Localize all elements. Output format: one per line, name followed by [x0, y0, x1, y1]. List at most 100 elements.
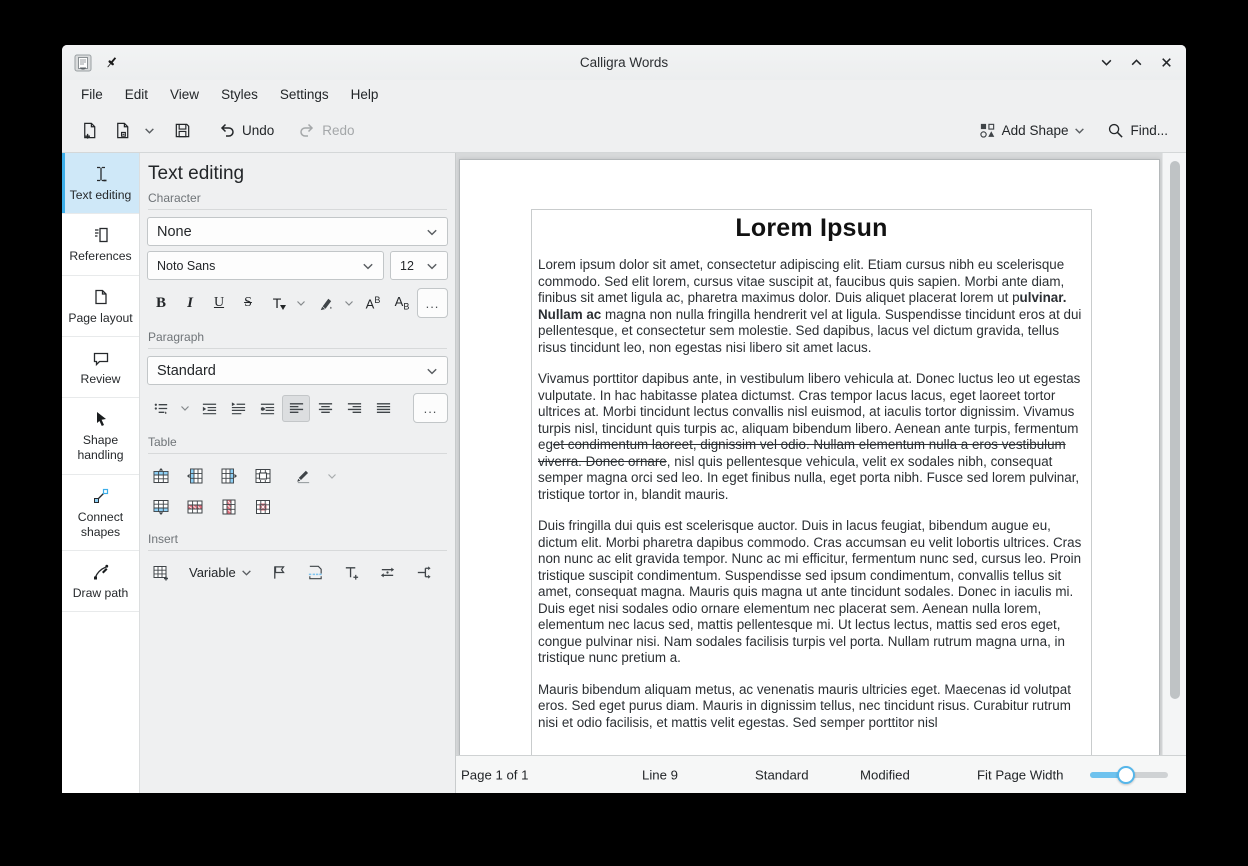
insert-index-marker-button[interactable] — [374, 559, 402, 586]
insert-table-button[interactable] — [147, 559, 175, 586]
open-document-button[interactable] — [107, 116, 138, 145]
scrollbar-thumb[interactable] — [1170, 161, 1180, 699]
new-document-button[interactable] — [74, 116, 105, 145]
align-left-button[interactable] — [282, 395, 310, 422]
insert-column-right-button[interactable] — [215, 462, 243, 489]
more-character-options-button[interactable]: ... — [417, 288, 448, 318]
menu-help[interactable]: Help — [340, 84, 390, 105]
delete-row-button[interactable] — [181, 493, 209, 520]
page-indicator[interactable]: Page 1 of 1 — [461, 767, 528, 782]
sidebar-tab-label: Review — [81, 372, 121, 387]
document-canvas[interactable]: Lorem Ipsun Lorem ipsum dolor sit amet, … — [456, 153, 1186, 755]
delete-column-button[interactable] — [215, 493, 243, 520]
sidebar-tab-page-layout[interactable]: Page layout — [62, 276, 139, 337]
indent-increase-icon — [259, 400, 276, 417]
find-button[interactable]: Find... — [1101, 117, 1174, 144]
page-break-button[interactable] — [302, 559, 330, 586]
indent-decrease-icon — [201, 400, 218, 417]
panel-title: Text editing — [148, 163, 448, 185]
menu-edit[interactable]: Edit — [114, 84, 159, 105]
sidebar-tab-draw-path[interactable]: Draw path — [62, 551, 139, 612]
save-button[interactable] — [167, 116, 198, 145]
indent-decrease-button[interactable] — [195, 395, 223, 422]
font-color-dropdown[interactable] — [292, 290, 310, 317]
align-justify-button[interactable] — [369, 395, 397, 422]
menu-file[interactable]: File — [70, 84, 114, 105]
pin-icon[interactable] — [104, 55, 119, 70]
close-icon[interactable] — [1158, 55, 1174, 71]
character-style-select[interactable]: None — [147, 217, 448, 246]
text-frame[interactable]: Lorem Ipsun Lorem ipsum dolor sit amet, … — [531, 209, 1092, 755]
connector-icon — [92, 486, 110, 506]
redo-label: Redo — [322, 123, 354, 138]
insert-footnote-button[interactable] — [338, 559, 366, 586]
undo-button[interactable]: Undo — [212, 116, 280, 144]
document-page[interactable]: Lorem Ipsun Lorem ipsum dolor sit amet, … — [459, 159, 1160, 755]
vertical-scrollbar[interactable] — [1162, 153, 1186, 755]
highlight-color-button[interactable] — [311, 290, 339, 317]
redo-icon — [298, 121, 316, 139]
sidebar-tab-connect-shapes[interactable]: Connect shapes — [62, 475, 139, 552]
variable-dropdown[interactable]: Variable — [183, 559, 258, 586]
merge-cells-button[interactable] — [249, 462, 277, 489]
sidebar-tab-references[interactable]: References — [62, 214, 139, 275]
font-size-select[interactable]: 12 — [390, 251, 448, 280]
zoom-slider[interactable] — [1090, 765, 1168, 785]
minimize-icon[interactable] — [1098, 55, 1114, 71]
undo-icon — [218, 121, 236, 139]
bookmark-button[interactable] — [266, 559, 294, 586]
list-style-button[interactable] — [147, 395, 175, 422]
main-toolbar: Undo Redo Add Shape Find... — [62, 108, 1186, 153]
align-right-icon — [346, 400, 363, 417]
insert-citation-button[interactable] — [410, 559, 438, 586]
insert-row-below-button[interactable] — [147, 493, 175, 520]
sidebar-tab-review[interactable]: Review — [62, 337, 139, 398]
sidebar-tab-label: Draw path — [73, 586, 129, 601]
add-shape-label: Add Shape — [1002, 123, 1069, 138]
add-shape-button[interactable]: Add Shape — [973, 117, 1092, 144]
font-color-button[interactable]: T — [263, 290, 291, 317]
maximize-icon[interactable] — [1128, 55, 1144, 71]
insert-column-left-button[interactable] — [181, 462, 209, 489]
character-section-label: Character — [148, 191, 447, 210]
sidebar-tab-text-editing[interactable]: Text editing — [62, 153, 139, 214]
more-paragraph-options-button[interactable]: ... — [413, 393, 448, 423]
border-pen-button[interactable] — [289, 462, 317, 489]
indent-first-line-button[interactable] — [224, 395, 252, 422]
align-center-button[interactable] — [311, 395, 339, 422]
border-pen-dropdown[interactable] — [323, 462, 341, 489]
menu-styles[interactable]: Styles — [210, 84, 269, 105]
list-style-dropdown[interactable] — [176, 395, 194, 422]
chevron-down-icon — [1074, 125, 1085, 136]
italic-button[interactable]: I — [176, 290, 204, 317]
titlebar[interactable]: Calligra Words — [62, 45, 1186, 80]
subscript-button[interactable]: AB — [388, 290, 416, 317]
document-paragraph: Lorem ipsum dolor sit amet, consectetur … — [538, 257, 1085, 356]
sidebar-tab-label: Page layout — [68, 311, 132, 326]
menu-settings[interactable]: Settings — [269, 84, 340, 105]
font-family-select[interactable]: Noto Sans — [147, 251, 384, 280]
zoom-slider-handle[interactable] — [1117, 766, 1135, 784]
redo-button[interactable]: Redo — [292, 116, 360, 144]
paragraph-style-value: Standard — [157, 363, 426, 379]
zoom-mode-label[interactable]: Fit Page Width — [977, 767, 1064, 782]
paragraph-style-select[interactable]: Standard — [147, 356, 448, 385]
chevron-down-icon — [426, 260, 438, 272]
delete-row-icon — [186, 498, 204, 516]
style-indicator[interactable]: Standard — [755, 767, 809, 782]
bold-button[interactable]: B — [147, 290, 175, 317]
sidebar-tab-shape-handling[interactable]: Shape handling — [62, 398, 139, 475]
menu-view[interactable]: View — [159, 84, 210, 105]
chevron-down-icon — [362, 260, 374, 272]
highlight-color-dropdown[interactable] — [340, 290, 358, 317]
delete-table-button[interactable] — [249, 493, 277, 520]
insert-row-above-button[interactable] — [147, 462, 175, 489]
superscript-button[interactable]: AB — [359, 290, 387, 317]
swap-arrows-icon — [379, 564, 396, 581]
open-recent-dropdown[interactable] — [138, 120, 161, 141]
align-right-button[interactable] — [340, 395, 368, 422]
strikethrough-button[interactable]: S — [234, 290, 262, 317]
underline-button[interactable]: U — [205, 290, 233, 317]
indent-increase-button[interactable] — [253, 395, 281, 422]
pen-icon — [295, 467, 312, 484]
